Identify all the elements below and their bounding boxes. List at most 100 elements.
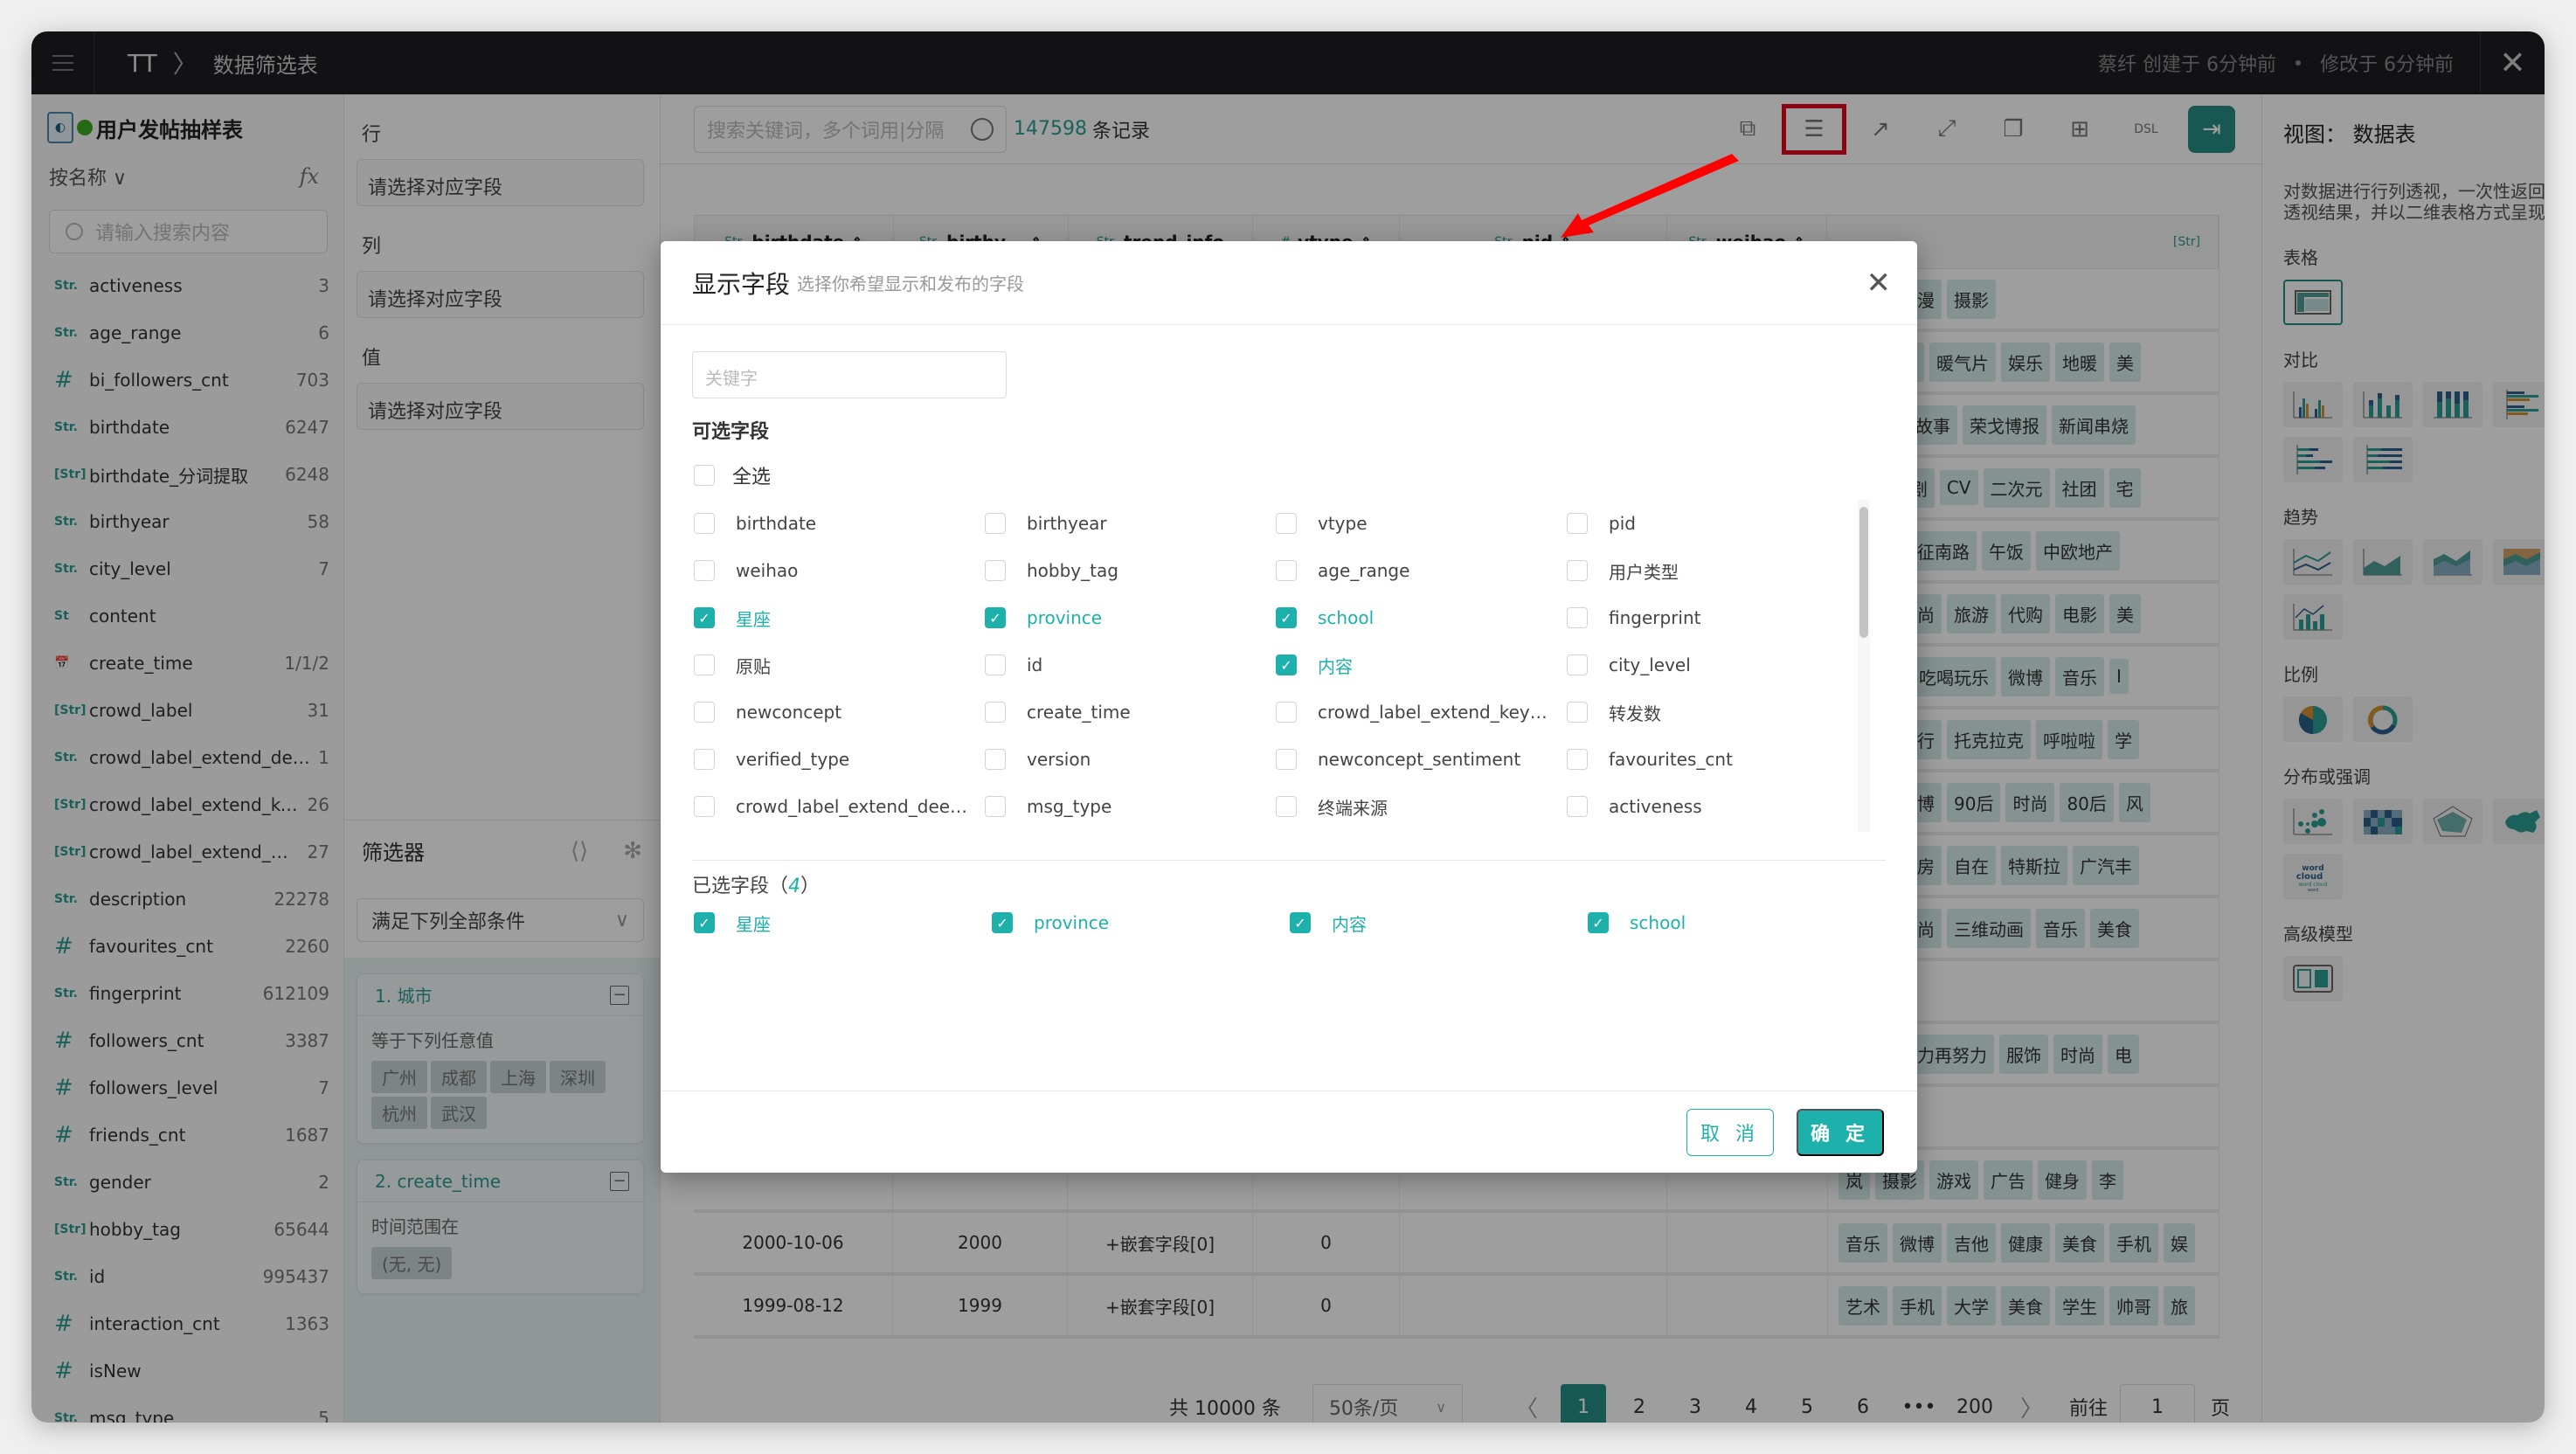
checkbox[interactable] xyxy=(694,560,715,581)
checkbox[interactable] xyxy=(694,796,715,817)
checkbox-checked[interactable]: ✓ xyxy=(1276,607,1297,628)
checkbox[interactable] xyxy=(1567,654,1588,675)
field-option[interactable]: city_level xyxy=(1567,641,1854,689)
field-option[interactable]: ✓ 星座 xyxy=(694,594,985,641)
checkbox[interactable] xyxy=(985,513,1006,534)
display-fields-dialog: 显示字段 选择你希望显示和发布的字段 ✕ 关键字 可选字段 全选 birthda… xyxy=(661,241,1917,1173)
field-option[interactable]: version xyxy=(985,736,1276,783)
field-option-label: weihao xyxy=(736,560,799,581)
field-option-label: id xyxy=(1027,654,1043,675)
checkbox-checked[interactable]: ✓ xyxy=(1588,912,1609,933)
field-option[interactable]: newconcept_sentiment xyxy=(1276,736,1567,783)
field-option-label: birthyear xyxy=(1027,513,1107,534)
field-option[interactable]: newconcept xyxy=(694,689,985,736)
checkbox[interactable] xyxy=(1567,702,1588,723)
field-option[interactable]: vtype xyxy=(1276,500,1567,547)
selected-field[interactable]: ✓ 星座 xyxy=(694,905,992,940)
field-option[interactable]: fingerprint xyxy=(1567,594,1854,641)
field-option-label: city_level xyxy=(1609,654,1691,675)
field-option[interactable]: birthyear xyxy=(985,500,1276,547)
checkbox[interactable] xyxy=(694,465,715,486)
checkbox[interactable] xyxy=(985,749,1006,770)
checkbox[interactable] xyxy=(985,560,1006,581)
field-option[interactable]: favourites_cnt xyxy=(1567,736,1854,783)
checkbox-checked[interactable]: ✓ xyxy=(1290,912,1311,933)
field-option-label: verified_type xyxy=(736,749,850,770)
checkbox-checked[interactable]: ✓ xyxy=(992,912,1013,933)
dialog-title: 显示字段 xyxy=(692,269,791,299)
field-option[interactable]: id xyxy=(985,641,1276,689)
cancel-button[interactable]: 取 消 xyxy=(1686,1108,1774,1156)
field-option-label: 内容 xyxy=(1318,655,1353,677)
selected-fields-grid: ✓ 星座 ✓ province ✓ 内容 ✓ school xyxy=(694,905,1886,940)
checkbox[interactable] xyxy=(1276,560,1297,581)
fields-scrollbar[interactable] xyxy=(1858,500,1870,832)
scrollbar-thumb[interactable] xyxy=(1859,507,1868,638)
selected-field[interactable]: ✓ 内容 xyxy=(1290,905,1588,940)
checkbox[interactable] xyxy=(694,654,715,675)
field-option-label: 星座 xyxy=(736,608,771,630)
checkbox[interactable] xyxy=(694,513,715,534)
field-option-label: create_time xyxy=(1027,702,1131,723)
checkbox[interactable] xyxy=(985,702,1006,723)
checkbox[interactable] xyxy=(1567,513,1588,534)
field-option[interactable]: weihao xyxy=(694,547,985,594)
field-option[interactable]: 转发数 xyxy=(1567,689,1854,736)
checkbox-checked[interactable]: ✓ xyxy=(694,607,715,628)
dialog-footer: 取 消 确 定 xyxy=(661,1090,1917,1173)
field-option[interactable]: 原贴 xyxy=(694,641,985,689)
close-icon[interactable]: ✕ xyxy=(1866,266,1892,301)
select-all-checkbox[interactable]: 全选 xyxy=(694,461,771,489)
field-option[interactable]: age_range xyxy=(1276,547,1567,594)
field-option[interactable]: ✓ province xyxy=(985,594,1276,641)
checkbox-checked[interactable]: ✓ xyxy=(694,912,715,933)
available-fields-grid: birthdate birthyear vtype pid weihao hobby_ta… xyxy=(694,500,1854,832)
field-option[interactable]: 用户类型 xyxy=(1567,547,1854,594)
selected-field-label: 星座 xyxy=(736,913,771,935)
field-option[interactable]: create_time xyxy=(985,689,1276,736)
field-option-label: 终端来源 xyxy=(1318,797,1388,819)
checkbox-checked[interactable]: ✓ xyxy=(985,607,1006,628)
field-option-label: school xyxy=(1318,607,1375,628)
checkbox[interactable] xyxy=(1567,560,1588,581)
field-option[interactable]: birthdate xyxy=(694,500,985,547)
checkbox[interactable] xyxy=(1276,749,1297,770)
selected-fields-label: 已选字段（4） xyxy=(692,870,820,898)
checkbox[interactable] xyxy=(985,654,1006,675)
checkbox[interactable] xyxy=(1567,607,1588,628)
selected-field[interactable]: ✓ school xyxy=(1588,905,1886,940)
selected-field[interactable]: ✓ province xyxy=(992,905,1290,940)
field-option[interactable]: activeness xyxy=(1567,783,1854,830)
checkbox-checked[interactable]: ✓ xyxy=(1276,654,1297,675)
checkbox[interactable] xyxy=(1276,702,1297,723)
select-all-label: 全选 xyxy=(732,467,772,488)
checkbox[interactable] xyxy=(694,749,715,770)
checkbox[interactable] xyxy=(1276,513,1297,534)
field-option[interactable]: pid xyxy=(1567,500,1854,547)
available-fields-label: 可选字段 xyxy=(692,421,770,443)
field-option-label: province xyxy=(1027,607,1103,628)
field-option[interactable]: crowd_label_extend_key… xyxy=(1276,689,1567,736)
field-option[interactable]: 终端来源 xyxy=(1276,783,1567,830)
checkbox[interactable] xyxy=(985,796,1006,817)
field-option-label: hobby_tag xyxy=(1027,560,1118,581)
field-option[interactable]: ✓ school xyxy=(1276,594,1567,641)
field-option-label: pid xyxy=(1609,513,1636,534)
checkbox[interactable] xyxy=(1567,749,1588,770)
divider xyxy=(692,860,1886,861)
field-option-label: newconcept xyxy=(736,702,842,723)
field-option-label: 转发数 xyxy=(1609,703,1661,724)
field-option[interactable]: hobby_tag xyxy=(985,547,1276,594)
selected-field-label: province xyxy=(1034,912,1110,933)
checkbox[interactable] xyxy=(1567,796,1588,817)
field-option-label: age_range xyxy=(1318,560,1410,581)
checkbox[interactable] xyxy=(694,702,715,723)
checkbox[interactable] xyxy=(1276,796,1297,817)
field-option[interactable]: ✓ 内容 xyxy=(1276,641,1567,689)
dialog-subtitle: 选择你希望显示和发布的字段 xyxy=(797,273,1025,294)
field-option[interactable]: crowd_label_extend_dee… xyxy=(694,783,985,830)
field-option[interactable]: verified_type xyxy=(694,736,985,783)
field-option[interactable]: msg_type xyxy=(985,783,1276,830)
keyword-filter-input[interactable]: 关键字 xyxy=(692,351,1007,398)
confirm-button[interactable]: 确 定 xyxy=(1797,1108,1884,1156)
